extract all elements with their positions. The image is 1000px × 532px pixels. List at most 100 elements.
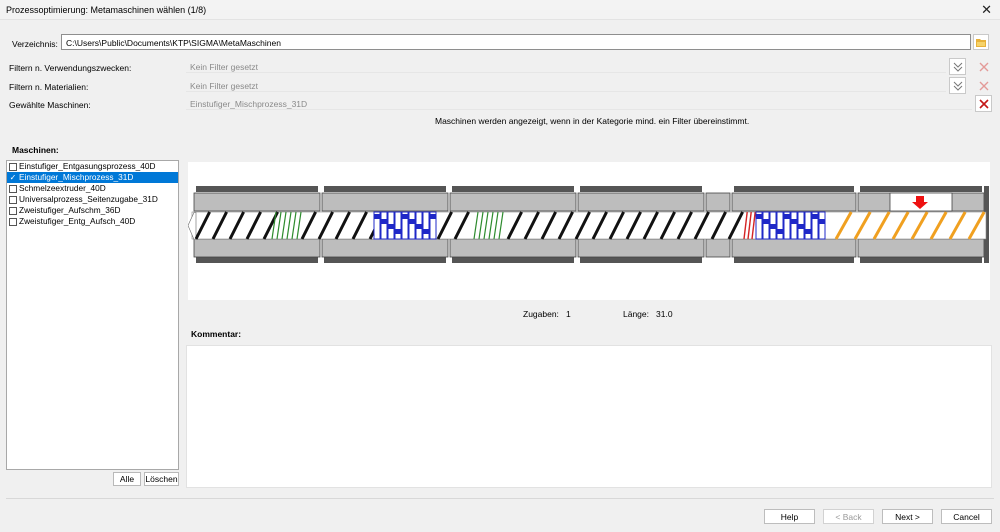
list-item[interactable]: ✓ Einstufiger_Mischprozess_31D [7, 172, 178, 183]
kneading-block [423, 229, 429, 234]
chevron-double-down-icon [953, 62, 962, 72]
selected-machines-label: Gewählte Maschinen: [9, 100, 91, 110]
cancel-button[interactable]: Cancel [941, 509, 992, 524]
barrel-bottom [449, 238, 577, 258]
barrel-top [705, 192, 731, 212]
filter-purpose-label: Filtern n. Verwendungszwecken: [9, 63, 132, 73]
kneading-block [395, 229, 401, 234]
checkmark-icon[interactable]: ✓ [9, 173, 17, 182]
directory-label: Verzeichnis: [12, 39, 58, 49]
barrel-top [449, 192, 577, 212]
browse-folder-button[interactable] [973, 34, 989, 50]
filter-info-text: Maschinen werden angezeigt, wenn in der … [435, 116, 750, 126]
barrel-flange-top [196, 186, 318, 192]
barrel-flange-bottom [580, 257, 702, 263]
barrel-top [193, 192, 321, 212]
length-value: 31.0 [656, 309, 673, 319]
list-item[interactable]: Universalprozess_Seitenzugabe_31D [7, 194, 178, 205]
filter-material-button[interactable] [949, 77, 966, 94]
kneading-block [790, 211, 798, 240]
kneading-block [804, 211, 812, 240]
x-icon [978, 98, 989, 109]
barrel-flange-top [734, 186, 854, 192]
x-icon [979, 81, 988, 90]
barrel-flange-top [452, 186, 574, 192]
checkbox[interactable] [9, 217, 17, 226]
kneading-block [380, 211, 388, 240]
checkbox[interactable] [9, 162, 17, 171]
additions-value: 1 [566, 309, 571, 319]
barrel-flange-top [860, 186, 982, 192]
machine-list[interactable]: Einstufiger_Entgasungsprozess_40D ✓ Einst… [6, 160, 179, 470]
kneading-block [408, 211, 416, 240]
machines-heading: Maschinen: [12, 145, 59, 155]
barrel-flange-top [580, 186, 702, 192]
filter-material-field: Kein Filter gesetzt [186, 79, 946, 92]
kneading-block [791, 219, 797, 224]
additions-label: Zugaben: [523, 309, 559, 319]
kneading-block [805, 229, 811, 234]
kneading-block [798, 224, 804, 229]
kneading-block [763, 219, 769, 224]
next-button[interactable]: Next > [882, 509, 933, 524]
chevron-double-down-icon [953, 81, 962, 91]
list-item[interactable]: Zweistufiger_Aufschm_36D [7, 205, 178, 216]
divider [6, 498, 994, 499]
kneading-block [776, 211, 784, 240]
barrel-bottom [857, 238, 985, 258]
kneading-block [784, 214, 790, 219]
list-item[interactable]: Schmelzeextruder_40D [7, 183, 178, 194]
comment-label: Kommentar: [191, 329, 242, 339]
kneading-block [762, 211, 770, 240]
close-icon[interactable]: ✕ [981, 2, 992, 18]
help-button[interactable]: Help [764, 509, 815, 524]
barrel-top [577, 192, 705, 212]
filter-purpose-field: Kein Filter gesetzt [186, 60, 946, 73]
barrel-top [321, 192, 449, 212]
filter-purpose-button[interactable] [949, 58, 966, 75]
kneading-block [374, 214, 380, 219]
barrel-bottom [731, 238, 857, 258]
checkbox[interactable] [9, 184, 17, 193]
clear-material-filter-button[interactable] [975, 77, 992, 94]
kneading-block [394, 211, 402, 240]
extruder-screw-svg [187, 186, 989, 263]
filter-material-label: Filtern n. Materialien: [9, 82, 89, 92]
list-item[interactable]: Einstufiger_Entgasungsprozess_40D [7, 161, 178, 172]
kneading-block [819, 219, 825, 224]
kneading-block [818, 211, 826, 240]
directory-input[interactable]: C:\Users\Public\Documents\KTP\SIGMA\Meta… [61, 34, 971, 50]
select-all-button[interactable]: Alle [113, 472, 141, 486]
barrel-bottom [705, 238, 731, 258]
title-bar: Prozessoptimierung: Metamaschinen wählen… [0, 0, 1000, 20]
checkbox[interactable] [9, 195, 17, 204]
barrel-flange-bottom [324, 257, 446, 263]
comment-textarea[interactable] [186, 345, 992, 488]
barrel-flange-top [324, 186, 446, 192]
selected-machines-field: Einstufiger_Mischprozess_31D [186, 97, 972, 110]
barrel-top [731, 192, 857, 212]
barrel-flange-bottom [860, 257, 982, 263]
barrel-bottom [321, 238, 449, 258]
kneading-block [422, 211, 430, 240]
screw-diagram [187, 162, 990, 300]
back-button[interactable]: < Back [823, 509, 874, 524]
kneading-block [430, 214, 436, 219]
kneading-block [402, 214, 408, 219]
barrel-bottom [193, 238, 321, 258]
x-icon [979, 62, 988, 71]
list-item[interactable]: Zweistufiger_Entg_Aufsch_40D [7, 216, 178, 227]
kneading-block [812, 214, 818, 219]
barrel-flange-bottom [734, 257, 854, 263]
delete-button[interactable]: Löschen [144, 472, 179, 486]
kneading-block [756, 214, 762, 219]
barrel-flange-bottom [196, 257, 318, 263]
kneading-block [388, 224, 394, 229]
clear-purpose-filter-button[interactable] [975, 58, 992, 75]
clear-selected-machines-button[interactable] [975, 95, 992, 112]
kneading-block [416, 224, 422, 229]
barrel-bottom [577, 238, 705, 258]
checkbox[interactable] [9, 206, 17, 215]
screw-tip [187, 212, 197, 240]
kneading-block [409, 219, 415, 224]
